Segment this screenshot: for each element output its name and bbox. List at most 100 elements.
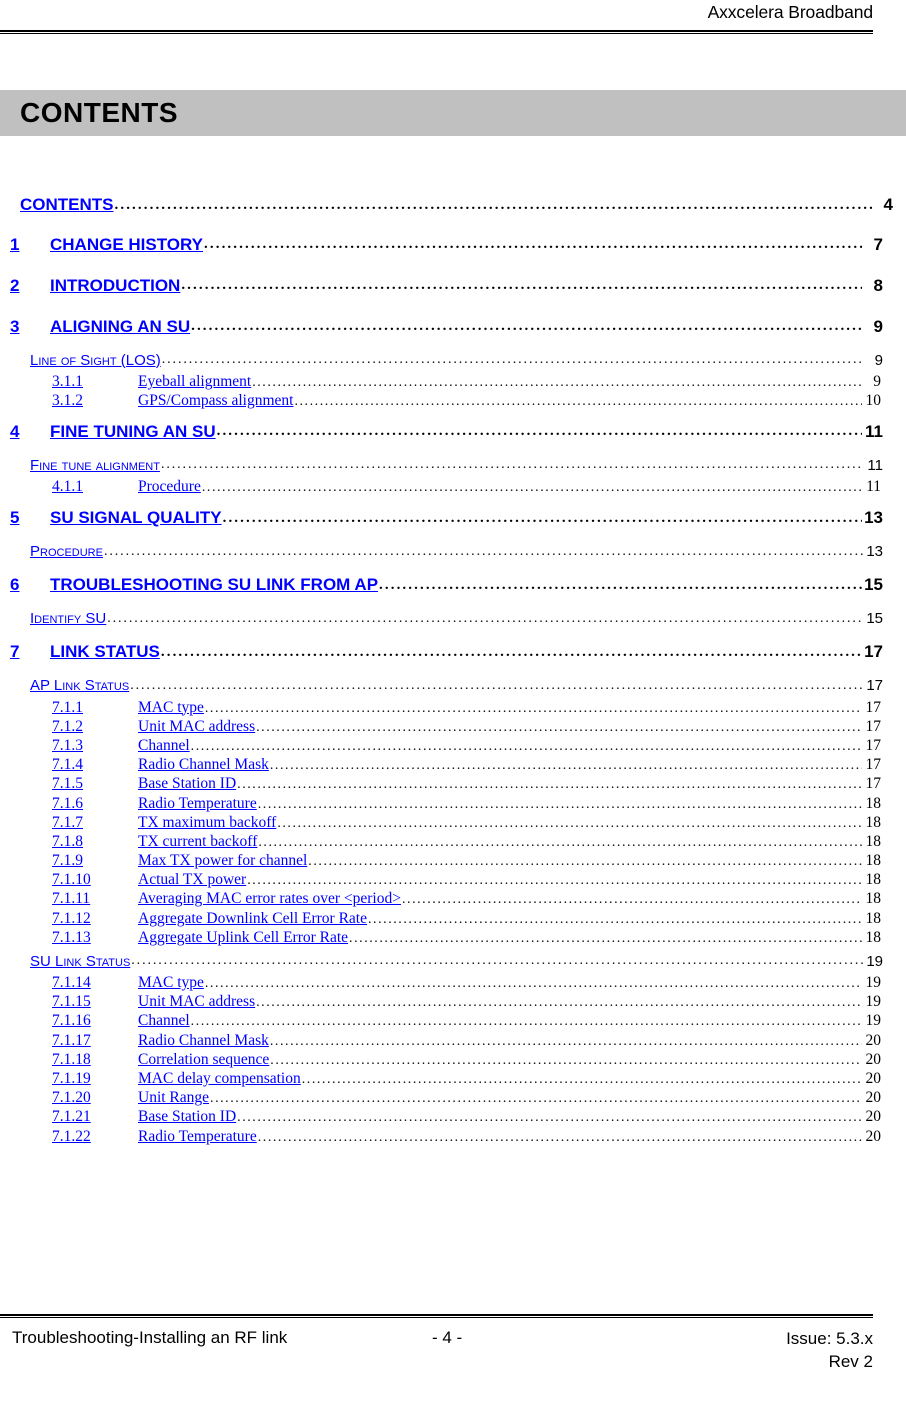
toc-entry[interactable]: 1 CHANGE HISTORY.........................… <box>0 224 883 265</box>
toc-entry[interactable]: AP Link Status..........................… <box>0 673 883 699</box>
toc-entry-label[interactable]: Channel <box>138 1012 190 1030</box>
toc-entry[interactable]: Identify SU.............................… <box>0 606 883 632</box>
toc-entry-number[interactable]: 4.1.1 <box>52 478 138 496</box>
toc-entry-number[interactable]: 7.1.14 <box>52 974 138 992</box>
toc-entry-number[interactable]: 7.1.19 <box>52 1070 138 1088</box>
toc-entry-number[interactable]: 7.1.6 <box>52 795 138 813</box>
toc-entry-number[interactable]: 7.1.8 <box>52 833 138 851</box>
toc-entry-number[interactable]: 7.1.10 <box>52 871 138 889</box>
toc-entry[interactable]: 7.1.2 Unit MAC address...................… <box>0 718 881 737</box>
toc-entry[interactable]: 7.1.6 Radio Temperature..................… <box>0 795 881 814</box>
toc-entry[interactable]: 6 TROUBLESHOOTING SU LINK FROM AP........… <box>0 565 883 606</box>
toc-entry[interactable]: 7.1.20 Unit Range........................… <box>0 1089 881 1108</box>
toc-entry-label[interactable]: Radio Temperature <box>138 795 257 813</box>
toc-entry-label[interactable]: Correlation sequence <box>138 1051 269 1069</box>
toc-entry-label[interactable]: Line of Sight (LOS) <box>30 352 161 369</box>
toc-entry-number[interactable]: 3.1.1 <box>52 373 138 391</box>
toc-entry-label[interactable]: Radio Temperature <box>138 1128 257 1146</box>
toc-entry-label[interactable]: GPS/Compass alignment <box>138 392 293 410</box>
toc-entry[interactable]: 7.1.15 Unit MAC address..................… <box>0 993 881 1012</box>
toc-entry[interactable]: 3.1.1 Eyeball alignment..................… <box>0 373 881 392</box>
toc-entry-label[interactable]: Max TX power for channel <box>138 852 307 870</box>
toc-entry-label[interactable]: Actual TX power <box>138 871 246 889</box>
toc-entry[interactable]: 7.1.16 Channel...........................… <box>0 1012 881 1031</box>
toc-entry-number[interactable]: 7.1.9 <box>52 852 138 870</box>
toc-entry-number[interactable]: 7 <box>10 642 50 662</box>
toc-entry-label[interactable]: Aggregate Uplink Cell Error Rate <box>138 929 348 947</box>
toc-entry-label[interactable]: MAC type <box>138 699 204 717</box>
toc-entry[interactable]: 7.1.19 MAC delay compensation............… <box>0 1070 881 1089</box>
toc-entry-number[interactable]: 7.1.16 <box>52 1012 138 1030</box>
toc-entry[interactable]: 5 SU SIGNAL QUALITY......................… <box>0 498 883 539</box>
toc-entry-number[interactable]: 5 <box>10 508 50 528</box>
toc-entry[interactable]: 4.1.1 Procedure..........................… <box>0 478 881 497</box>
toc-entry-label[interactable]: CHANGE HISTORY <box>50 235 203 255</box>
toc-entry-label[interactable]: Procedure <box>30 543 103 560</box>
toc-entry[interactable]: 2 INTRODUCTION...........................… <box>0 265 883 306</box>
toc-entry[interactable]: 7.1.11 Averaging MAC error rates over <pe… <box>0 890 881 909</box>
toc-entry-number[interactable]: 3.1.2 <box>52 392 138 410</box>
toc-entry[interactable]: 7.1.4 Radio Channel Mask.................… <box>0 756 881 775</box>
toc-entry-label[interactable]: MAC type <box>138 974 204 992</box>
toc-entry-number[interactable]: 7.1.18 <box>52 1051 138 1069</box>
toc-entry[interactable]: 7.1.17 Radio Channel Mask................… <box>0 1032 881 1051</box>
toc-entry-number[interactable]: 7.1.21 <box>52 1108 138 1126</box>
toc-entry-number[interactable]: 7.1.17 <box>52 1032 138 1050</box>
toc-entry-label[interactable]: Base Station ID <box>138 775 236 793</box>
toc-entry-number[interactable]: 7.1.11 <box>52 890 138 908</box>
toc-entry-label[interactable]: TX maximum backoff <box>138 814 276 832</box>
toc-entry-number[interactable]: 7.1.2 <box>52 718 138 736</box>
toc-entry[interactable]: 7.1.13 Aggregate Uplink Cell Error Rate..… <box>0 929 881 948</box>
toc-entry[interactable]: 7.1.1 MAC type...........................… <box>0 699 881 718</box>
toc-entry[interactable]: 7.1.7 TX maximum backoff.................… <box>0 814 881 833</box>
toc-entry-number[interactable]: 7.1.4 <box>52 756 138 774</box>
toc-entry-label[interactable]: Unit Range <box>138 1089 209 1107</box>
toc-entry[interactable]: 3 ALIGNING AN SU.........................… <box>0 306 883 347</box>
toc-entry[interactable]: 7.1.12 Aggregate Downlink Cell Error Rate… <box>0 910 881 929</box>
toc-entry-number[interactable]: 7.1.3 <box>52 737 138 755</box>
toc-entry-label[interactable]: Channel <box>138 737 190 755</box>
toc-entry-label[interactable]: Eyeball alignment <box>138 373 251 391</box>
toc-entry-number[interactable]: 1 <box>10 235 50 255</box>
toc-entry-label[interactable]: MAC delay compensation <box>138 1070 301 1088</box>
toc-entry-label[interactable]: TX current backoff <box>138 833 257 851</box>
toc-entry-label[interactable]: Identify SU <box>30 610 106 627</box>
toc-entry[interactable]: CONTENTS................................… <box>0 186 893 224</box>
toc-entry[interactable]: 7.1.21 Base Station ID...................… <box>0 1108 881 1127</box>
toc-entry-label[interactable]: Fine tune alignment <box>30 457 160 474</box>
toc-entry-number[interactable]: 7.1.20 <box>52 1089 138 1107</box>
toc-entry-number[interactable]: 7.1.5 <box>52 775 138 793</box>
toc-entry-label[interactable]: FINE TUNING AN SU <box>50 422 216 442</box>
toc-entry-label[interactable]: ALIGNING AN SU <box>50 317 190 337</box>
toc-entry-number[interactable]: 7.1.22 <box>52 1128 138 1146</box>
toc-entry[interactable]: 4 FINE TUNING AN SU......................… <box>0 411 883 452</box>
toc-entry-number[interactable]: 2 <box>10 276 50 296</box>
toc-entry-label[interactable]: LINK STATUS <box>50 642 160 662</box>
toc-entry-number[interactable]: 7.1.7 <box>52 814 138 832</box>
toc-entry-label[interactable]: CONTENTS <box>20 195 114 215</box>
toc-entry-number[interactable]: 6 <box>10 575 50 595</box>
toc-entry[interactable]: 7.1.8 TX current backoff.................… <box>0 833 881 852</box>
toc-entry-label[interactable]: Unit MAC address <box>138 718 255 736</box>
toc-entry[interactable]: 7.1.10 Actual TX power...................… <box>0 871 881 890</box>
toc-entry-label[interactable]: AP Link Status <box>30 677 129 694</box>
toc-entry-label[interactable]: Radio Channel Mask <box>138 1032 269 1050</box>
toc-entry[interactable]: 7.1.22 Radio Temperature.................… <box>0 1128 881 1147</box>
toc-entry-number[interactable]: 4 <box>10 422 50 442</box>
toc-entry[interactable]: Procedure...............................… <box>0 539 883 565</box>
toc-entry[interactable]: SU Link Status..........................… <box>0 948 883 974</box>
toc-entry[interactable]: 3.1.2 GPS/Compass alignment..............… <box>0 392 881 411</box>
toc-entry-label[interactable]: Averaging MAC error rates over <period> <box>138 890 401 908</box>
toc-entry[interactable]: 7.1.9 Max TX power for channel...........… <box>0 852 881 871</box>
toc-entry[interactable]: Fine tune alignment.....................… <box>0 452 883 478</box>
toc-entry-label[interactable]: SU SIGNAL QUALITY <box>50 508 222 528</box>
toc-entry-label[interactable]: INTRODUCTION <box>50 276 180 296</box>
toc-entry[interactable]: 7.1.3 Channel............................… <box>0 737 881 756</box>
toc-entry-label[interactable]: Radio Channel Mask <box>138 756 269 774</box>
toc-entry[interactable]: 7 LINK STATUS............................… <box>0 632 883 673</box>
toc-entry-number[interactable]: 7.1.1 <box>52 699 138 717</box>
toc-entry-label[interactable]: Aggregate Downlink Cell Error Rate <box>138 910 367 928</box>
toc-entry-label[interactable]: Base Station ID <box>138 1108 236 1126</box>
toc-entry-number[interactable]: 7.1.12 <box>52 910 138 928</box>
toc-entry-number[interactable]: 7.1.13 <box>52 929 138 947</box>
